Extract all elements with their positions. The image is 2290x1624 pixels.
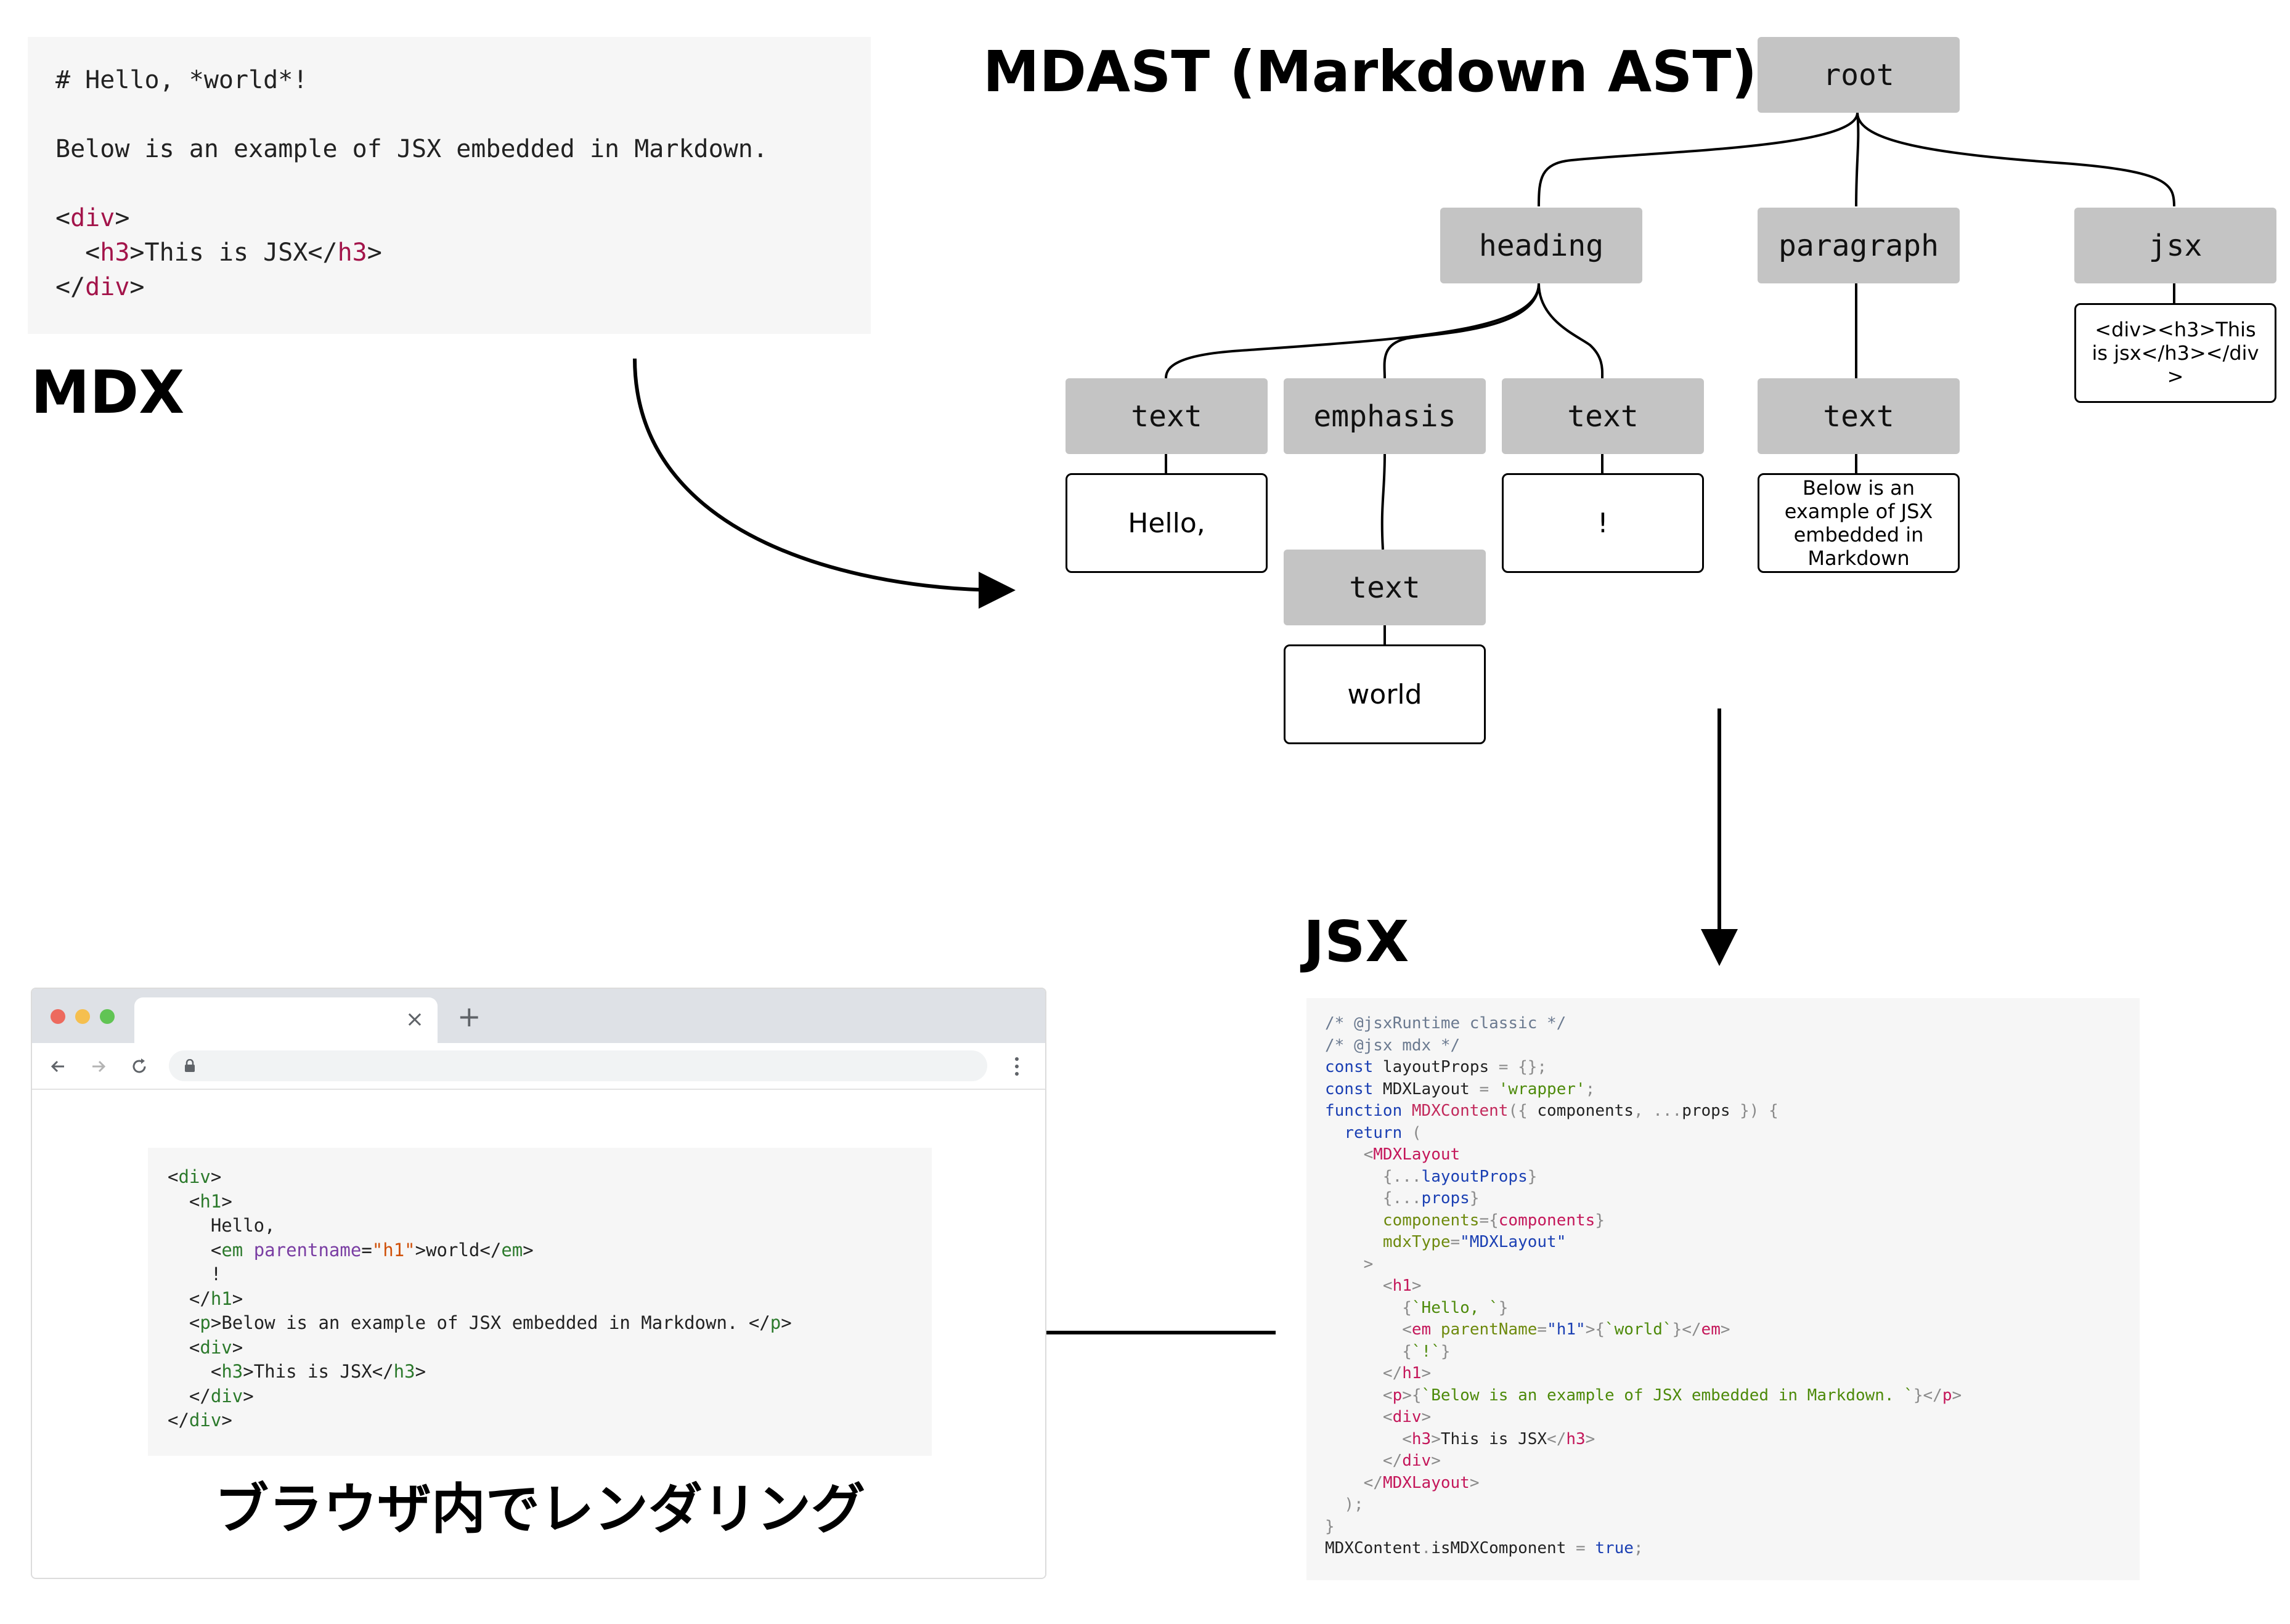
- browser-window: × + <div> <h1> Hello, <em parentname="h1…: [31, 988, 1046, 1579]
- browser-toolbar: [32, 1043, 1045, 1090]
- jsx-title: JSX: [1303, 909, 1409, 975]
- tab-close-icon[interactable]: ×: [405, 1006, 424, 1033]
- leaf-hello: Hello,: [1066, 473, 1268, 573]
- leaf-bang: !: [1502, 473, 1704, 573]
- forward-arrow-icon[interactable]: [89, 1057, 108, 1076]
- node-root: root: [1758, 37, 1960, 113]
- node-paragraph: paragraph: [1758, 208, 1960, 283]
- browser-tab[interactable]: ×: [134, 997, 438, 1043]
- node-text-paragraph: text: [1758, 378, 1960, 454]
- back-arrow-icon[interactable]: [48, 1057, 68, 1076]
- rendered-html-code: <div> <h1> Hello, <em parentname="h1">wo…: [168, 1166, 792, 1431]
- leaf-jsx-value: <div><h3>This is jsx</h3></div>: [2074, 303, 2276, 403]
- node-text-hello: text: [1066, 378, 1268, 454]
- minimize-window-dot[interactable]: [75, 1009, 90, 1024]
- node-text-world: text: [1284, 550, 1486, 625]
- node-heading: heading: [1440, 208, 1642, 283]
- maximize-window-dot[interactable]: [100, 1009, 115, 1024]
- new-tab-icon[interactable]: +: [457, 1001, 481, 1032]
- address-bar[interactable]: [169, 1050, 987, 1081]
- jsx-code: /* @jsxRuntime classic */ /* @jsx mdx */…: [1325, 1014, 1962, 1557]
- jsx-code-panel: /* @jsxRuntime classic */ /* @jsx mdx */…: [1306, 998, 2140, 1580]
- node-text-bang: text: [1502, 378, 1704, 454]
- browser-tab-strip: × +: [32, 989, 1045, 1043]
- menu-kebab-icon[interactable]: [1013, 1055, 1021, 1078]
- rendered-html-panel: <div> <h1> Hello, <em parentname="h1">wo…: [148, 1148, 932, 1456]
- leaf-world: world: [1284, 644, 1486, 744]
- close-window-dot[interactable]: [51, 1009, 65, 1024]
- leaf-paragraph-text: Below is an example of JSX embedded in M…: [1758, 473, 1960, 573]
- arrow-mdx-to-mdast: [633, 358, 1016, 609]
- node-jsx: jsx: [2074, 208, 2276, 283]
- browser-caption: ブラウザ内でレンダリング: [214, 1477, 865, 1541]
- reload-icon[interactable]: [129, 1057, 149, 1076]
- lock-icon: [185, 1059, 195, 1072]
- node-emphasis: emphasis: [1284, 378, 1486, 454]
